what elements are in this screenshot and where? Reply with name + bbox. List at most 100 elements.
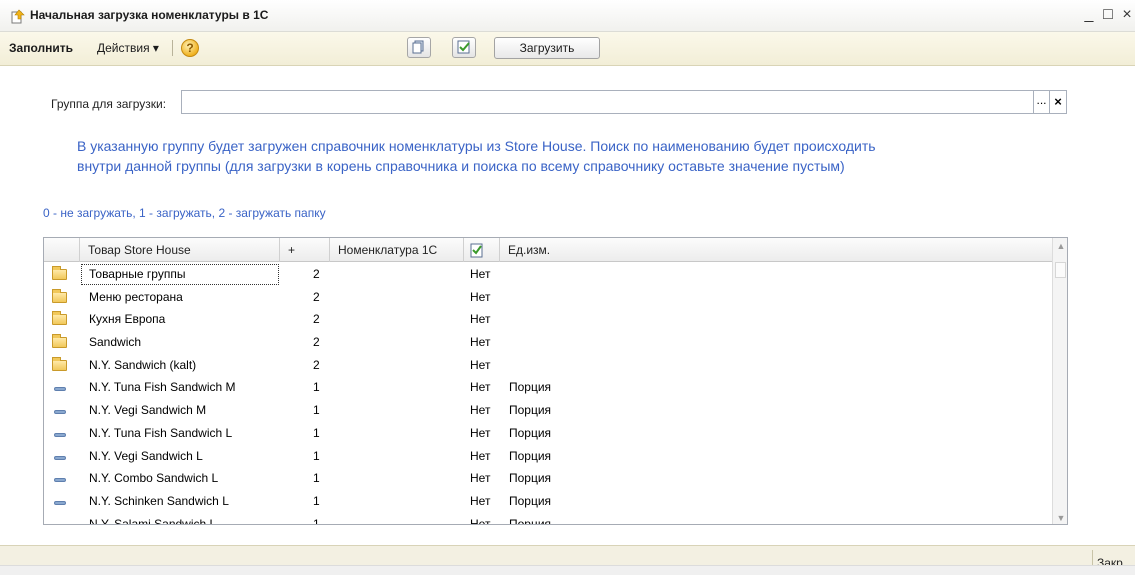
cell-unit[interactable] xyxy=(509,354,709,377)
item-icon xyxy=(54,455,66,460)
cell-unit[interactable]: Порция xyxy=(509,467,709,490)
row-icon-cell[interactable] xyxy=(52,399,68,422)
header-icon-column xyxy=(44,238,80,262)
folder-icon xyxy=(52,311,67,326)
cell-nomenclature[interactable] xyxy=(329,263,461,286)
table-row[interactable]: N.Y. Vegi Sandwich M 1 Нет Порция xyxy=(44,399,1052,422)
cell-nomenclature[interactable] xyxy=(329,490,461,513)
cell-goods[interactable]: Sandwich xyxy=(80,331,280,354)
cell-unit[interactable] xyxy=(509,263,709,286)
row-icon-cell[interactable] xyxy=(52,513,68,524)
cell-goods[interactable]: N.Y. Vegi Sandwich M xyxy=(80,399,280,422)
header-flag[interactable]: + xyxy=(280,238,330,262)
close-window-button[interactable]: × xyxy=(1118,4,1135,26)
cell-unit[interactable]: Порция xyxy=(509,445,709,468)
cell-nomenclature[interactable] xyxy=(329,422,461,445)
cell-unit[interactable]: Порция xyxy=(509,422,709,445)
table-body: Товарные группы 2 Нет Меню ресторана 2 Нет Кух… xyxy=(44,263,1052,524)
cell-goods[interactable]: Кухня Европа xyxy=(80,308,280,331)
cell-check[interactable]: Нет xyxy=(470,445,500,468)
table-row[interactable]: N.Y. Salami Sandwich L 1 Нет Порция xyxy=(44,513,1052,524)
cell-unit[interactable]: Порция xyxy=(509,490,709,513)
fill-button[interactable]: Заполнить xyxy=(9,41,73,55)
cell-check[interactable]: Нет xyxy=(470,467,500,490)
scroll-thumb[interactable] xyxy=(1055,262,1066,278)
header-goods[interactable]: Товар Store House xyxy=(80,238,280,262)
cell-goods[interactable]: N.Y. Combo Sandwich L xyxy=(80,467,280,490)
table-row[interactable]: N.Y. Schinken Sandwich L 1 Нет Порция xyxy=(44,490,1052,513)
row-icon-cell[interactable] xyxy=(52,376,68,399)
row-icon-cell[interactable] xyxy=(52,445,68,468)
header-nomenclature[interactable]: Номенклатура 1С xyxy=(330,238,464,262)
cell-check[interactable]: Нет xyxy=(470,376,500,399)
cell-check[interactable]: Нет xyxy=(470,490,500,513)
cell-nomenclature[interactable] xyxy=(329,513,461,524)
row-icon-cell[interactable] xyxy=(52,331,68,354)
cell-nomenclature[interactable] xyxy=(329,467,461,490)
actions-menu[interactable]: Действия ▾ xyxy=(97,41,159,55)
cell-goods[interactable]: N.Y. Schinken Sandwich L xyxy=(80,490,280,513)
minimize-button[interactable]: _ xyxy=(1080,4,1098,26)
cell-nomenclature[interactable] xyxy=(329,376,461,399)
row-icon-cell[interactable] xyxy=(52,467,68,490)
scroll-down-icon[interactable]: ▼ xyxy=(1053,510,1067,524)
cell-unit[interactable] xyxy=(509,308,709,331)
table-row[interactable]: N.Y. Tuna Fish Sandwich L 1 Нет Порция xyxy=(44,422,1052,445)
cell-unit[interactable] xyxy=(509,286,709,309)
row-icon-cell[interactable] xyxy=(52,354,68,377)
cell-nomenclature[interactable] xyxy=(329,445,461,468)
cell-goods[interactable]: N.Y. Tuna Fish Sandwich L xyxy=(80,422,280,445)
cell-check[interactable]: Нет xyxy=(470,354,500,377)
item-icon xyxy=(54,500,66,505)
table-row[interactable]: N.Y. Combo Sandwich L 1 Нет Порция xyxy=(44,467,1052,490)
table-row[interactable]: N.Y. Tuna Fish Sandwich M 1 Нет Порция xyxy=(44,376,1052,399)
table-row[interactable]: N.Y. Vegi Sandwich L 1 Нет Порция xyxy=(44,445,1052,468)
cell-goods[interactable]: N.Y. Sandwich (kalt) xyxy=(80,354,280,377)
group-label: Группа для загрузки: xyxy=(51,97,167,111)
row-icon-cell[interactable] xyxy=(52,422,68,445)
cell-goods[interactable]: Товарные группы xyxy=(80,263,280,286)
cell-goods[interactable]: N.Y. Salami Sandwich L xyxy=(80,513,280,524)
horizontal-scrollbar[interactable] xyxy=(0,565,1135,575)
header-unit[interactable]: Ед.изм. xyxy=(500,238,1052,262)
cell-check[interactable]: Нет xyxy=(470,422,500,445)
cell-nomenclature[interactable] xyxy=(329,308,461,331)
table-row[interactable]: Меню ресторана 2 Нет xyxy=(44,286,1052,309)
cell-unit[interactable] xyxy=(509,331,709,354)
cell-nomenclature[interactable] xyxy=(329,399,461,422)
cell-unit[interactable]: Порция xyxy=(509,513,709,524)
cell-goods[interactable]: N.Y. Tuna Fish Sandwich M xyxy=(80,376,280,399)
maximize-button[interactable]: □ xyxy=(1099,4,1117,26)
cell-check[interactable]: Нет xyxy=(470,263,500,286)
group-input[interactable] xyxy=(181,90,1034,114)
vertical-scrollbar[interactable]: ▲ ▼ xyxy=(1052,238,1067,524)
cell-check[interactable]: Нет xyxy=(470,331,500,354)
cell-check[interactable]: Нет xyxy=(470,513,500,524)
row-icon-cell[interactable] xyxy=(52,308,68,331)
load-button[interactable]: Загрузить xyxy=(494,37,600,59)
table-row[interactable]: N.Y. Sandwich (kalt) 2 Нет xyxy=(44,354,1052,377)
cell-check[interactable]: Нет xyxy=(470,399,500,422)
select-group-button[interactable]: ... xyxy=(1034,90,1050,114)
cell-check[interactable]: Нет xyxy=(470,286,500,309)
row-icon-cell[interactable] xyxy=(52,490,68,513)
cell-check[interactable]: Нет xyxy=(470,308,500,331)
table-row[interactable]: Sandwich 2 Нет xyxy=(44,331,1052,354)
row-icon-cell[interactable] xyxy=(52,263,68,286)
scroll-up-icon[interactable]: ▲ xyxy=(1053,238,1067,254)
help-icon[interactable]: ? xyxy=(181,39,199,57)
cell-goods[interactable]: Меню ресторана xyxy=(80,286,280,309)
cell-unit[interactable]: Порция xyxy=(509,399,709,422)
cell-goods[interactable]: N.Y. Vegi Sandwich L xyxy=(80,445,280,468)
table-row[interactable]: Кухня Европа 2 Нет xyxy=(44,308,1052,331)
cell-nomenclature[interactable] xyxy=(329,354,461,377)
clear-group-button[interactable]: × xyxy=(1050,90,1067,114)
copy-icon[interactable] xyxy=(407,37,431,58)
cell-nomenclature[interactable] xyxy=(329,286,461,309)
header-check[interactable] xyxy=(464,238,500,262)
cell-unit[interactable]: Порция xyxy=(509,376,709,399)
table-row[interactable]: Товарные группы 2 Нет xyxy=(44,263,1052,286)
row-icon-cell[interactable] xyxy=(52,286,68,309)
check-doc-icon[interactable] xyxy=(452,37,476,58)
cell-nomenclature[interactable] xyxy=(329,331,461,354)
